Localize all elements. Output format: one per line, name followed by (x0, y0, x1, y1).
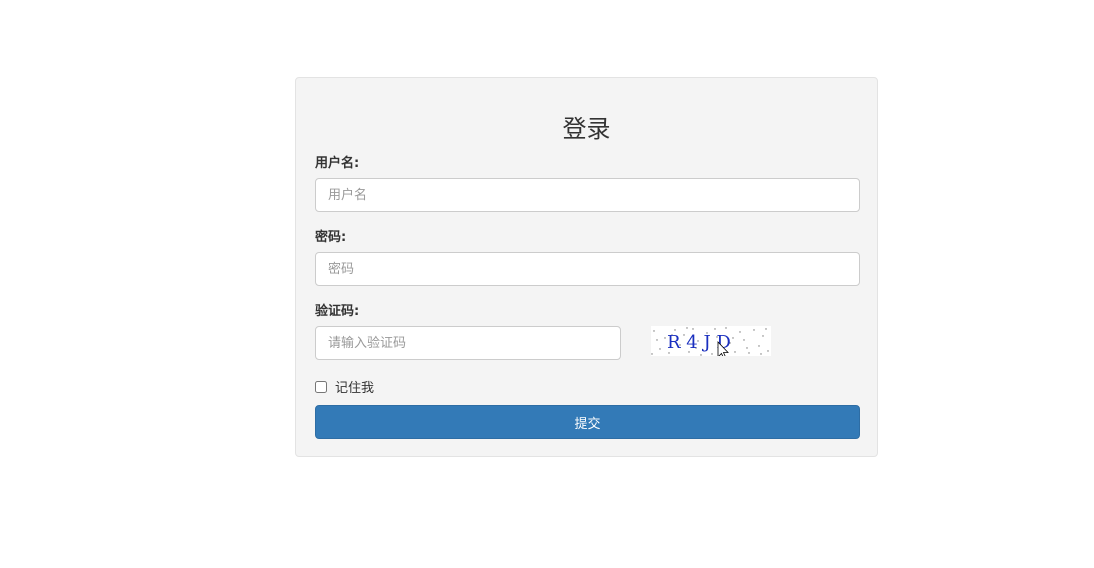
username-input[interactable] (315, 178, 860, 212)
page-title: 登录 (562, 115, 611, 143)
captcha-image[interactable]: R 4 J D (651, 326, 771, 360)
remember-checkbox[interactable] (315, 380, 327, 393)
captcha-noise: R 4 J D (651, 327, 769, 360)
password-label: 密码: (315, 230, 347, 245)
password-input[interactable] (315, 252, 860, 286)
remember-me[interactable]: 记住我 (315, 377, 374, 396)
captcha-label: 验证码: (315, 304, 360, 319)
captcha-input[interactable] (315, 326, 621, 360)
username-label: 用户名: (315, 156, 360, 171)
remember-label: 记住我 (335, 381, 375, 396)
submit-button[interactable]: 提交 (315, 405, 860, 439)
login-panel: 登录 用户名: 密码: 验证码: R 4 J D (295, 77, 878, 457)
